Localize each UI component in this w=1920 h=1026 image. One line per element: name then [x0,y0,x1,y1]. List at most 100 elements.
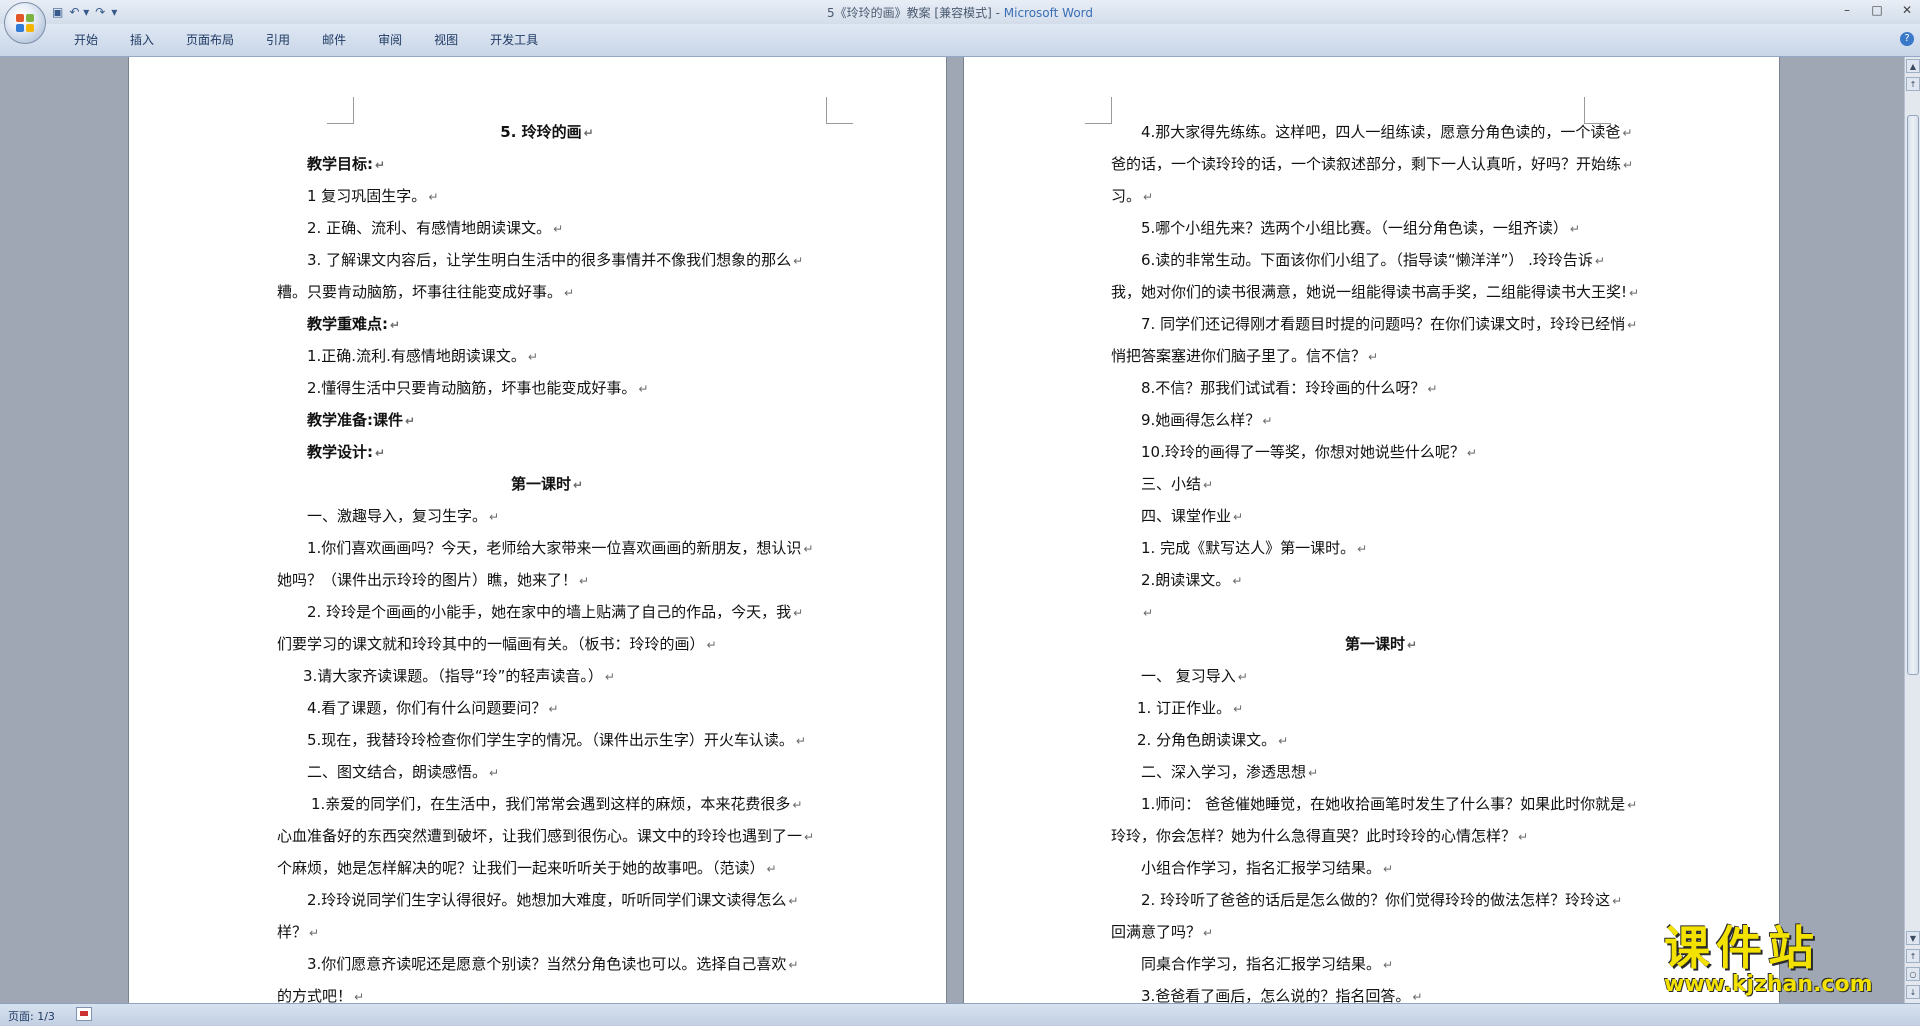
paragraph-text: 回满意了吗？ [1111,923,1202,941]
scroll-up-icon[interactable]: ▲ [1906,59,1920,73]
paragraph-mark-icon: ↵ [1262,414,1273,428]
paragraph: 1.亲爱的同学们，在生活中，我们常常会遇到这样的麻烦，本来花费很多 ↵ [277,789,817,821]
paragraph-mark-icon: ↵ [795,734,806,748]
paragraph: 习。 ↵ [1111,181,1651,213]
ribbon-tab[interactable]: 审阅 [362,31,418,49]
scroll-down-icon[interactable]: ▼ [1906,931,1920,945]
office-button[interactable] [4,2,46,44]
paragraph-text: 悄把答案塞进你们脑子里了。信不信？ [1111,347,1367,365]
paragraph-text: 2. 玲玲是个画画的小能手，她在家中的墙上贴满了自己的作品，今天，我 [307,603,792,621]
proofing-icon[interactable] [76,1007,92,1021]
paragraph-text: 们要学习的课文就和玲玲其中的一幅画有关。（板书：玲玲的画） [277,635,705,653]
paragraph: 二、深入学习，渗透思想 ↵ [1111,757,1651,789]
paragraph-mark-icon: ↵ [1203,926,1214,940]
paragraph-text: 的方式吧！ [277,987,353,1003]
paragraph: 同桌合作学习，指名汇报学习结果。 ↵ [1111,949,1651,981]
paragraph-mark-icon: ↵ [1143,606,1154,620]
paragraph-text: 5.现在，我替玲玲检查你们学生字的情况。（课件出示生字）开火车认读。 [307,731,794,749]
paragraph: 3.请大家齐读课题。（指导“玲”的轻声读音。） ↵ [277,661,817,693]
paragraph-mark-icon: ↵ [375,446,386,460]
paragraph-text: 小组合作学习，指名汇报学习结果。 [1141,859,1382,877]
paragraph-text: 她吗？（课件出示玲玲的图片）瞧，她来了！ [277,571,578,589]
paragraph-text: 7. 同学们还记得刚才看题目时提的问题吗？在你们读课文时，玲玲已经悄 [1141,315,1626,333]
paragraph: 6.读的非常生动。下面该你们小组了。（指导读“懒洋洋”） .玲玲告诉 ↵ [1111,245,1651,277]
ribbon-tab[interactable]: 开始 [58,31,114,49]
paragraph-mark-icon: ↵ [553,222,564,236]
paragraph-mark-icon: ↵ [548,702,559,716]
vertical-scrollbar[interactable]: ▲ ↑ ▼ ↑ ○ ↓ [1904,57,1920,1003]
paragraph: 我，她对你们的读书很满意，她说一组能得读书高手奖，二组能得读书大王奖! ↵ [1111,277,1651,309]
paragraph-mark-icon: ↵ [1233,510,1244,524]
previous-page-icon[interactable]: ↑ [1906,949,1920,963]
paragraph: 1.你们喜欢画画吗？今天，老师给大家带来一位喜欢画画的新朋友，想认识 ↵ [277,533,817,565]
page-count[interactable]: 页面: 1/3 [8,1008,55,1024]
ribbon-tab[interactable]: 邮件 [306,31,362,49]
paragraph-mark-icon: ↵ [1383,862,1394,876]
paragraph: 1.正确.流利.有感情地朗读课文。 ↵ [277,341,817,373]
paragraph-mark-icon: ↵ [1627,318,1638,332]
page-1-body[interactable]: 5. 玲玲的画 ↵ 教学目标: ↵ 1 复习巩固生字。 ↵ 2. 正确、流利、有感情地朗读课… [277,117,817,1003]
paragraph: 个麻烦，她是怎样解决的呢？让我们一起来听听关于她的故事吧。（范读） ↵ [277,853,817,885]
paragraph: 10.玲玲的画得了一等奖，你想对她说些什么呢？ ↵ [1111,437,1651,469]
paragraph-mark-icon: ↵ [1518,830,1529,844]
paragraph-mark-icon: ↵ [706,638,717,652]
paragraph: 3.你们愿意齐读呢还是愿意个别读？当然分角色读也可以。选择自己喜欢 ↵ [277,949,817,981]
paragraph: 2.玲玲说同学们生字认得很好。她想加大难度，听听同学们课文读得怎么 ↵ [277,885,817,917]
paragraph-text: 二、深入学习，渗透思想 [1141,763,1307,781]
paragraph-text: 10.玲玲的画得了一等奖，你想对她说些什么呢？ [1141,443,1465,461]
paragraph-mark-icon: ↵ [793,254,804,268]
close-button[interactable]: ✕ [1900,3,1914,17]
paragraph-text: 3.爸爸看了画后，怎么说的？指名回答。 [1141,987,1411,1003]
paragraph-mark-icon: ↵ [583,126,594,140]
help-icon[interactable]: ? [1900,32,1914,46]
paragraph: 第一课时 ↵ [1111,629,1651,661]
page-2-body[interactable]: 4.那大家得先练练。这样吧，四人一组练读，愿意分角色读的，一个读爸 ↵ 爸的话，一个… [1111,117,1651,1003]
ribbon-tab[interactable]: 插入 [114,31,170,49]
paragraph: 1. 订正作业。 ↵ [1111,693,1651,725]
scroll-thumb[interactable] [1907,115,1919,675]
paragraph-mark-icon: ↵ [428,190,439,204]
ribbon-tab[interactable]: 页面布局 [170,31,250,49]
paragraph: 1.师问： 爸爸催她睡觉，在她收拾画笔时发生了什么事？如果此时你就是 ↵ [1111,789,1651,821]
paragraph: 2. 分角色朗读课文。 ↵ [1111,725,1651,757]
paragraph-text: 2.玲玲说同学们生字认得很好。她想加大难度，听听同学们课文读得怎么 [307,891,787,909]
paragraph-text: 四、课堂作业 [1141,507,1232,525]
paragraph: 心血准备好的东西突然遭到破坏，让我们感到很伤心。课文中的玲玲也遇到了一 ↵ [277,821,817,853]
paragraph-mark-icon: ↵ [309,926,320,940]
ribbon-tab[interactable]: 视图 [418,31,474,49]
paragraph-text: 心血准备好的东西突然遭到破坏，让我们感到很伤心。课文中的玲玲也遇到了一 [277,827,803,845]
paragraph-mark-icon: ↵ [1569,222,1580,236]
paragraph-mark-icon: ↵ [579,574,590,588]
paragraph: ↵ [1111,597,1651,629]
paragraph-text: 习。 [1111,187,1142,205]
paragraph: 3.爸爸看了画后，怎么说的？指名回答。 ↵ [1111,981,1651,1003]
status-bar: 页面: 1/3 [0,1003,1920,1026]
paragraph-mark-icon: ↵ [489,766,500,780]
paragraph-text: 教学准备:课件 [307,411,403,429]
paragraph-mark-icon: ↵ [792,798,803,812]
select-browse-object-icon[interactable]: ○ [1906,967,1920,981]
paragraph: 2. 正确、流利、有感情地朗读课文。 ↵ [277,213,817,245]
next-page-icon[interactable]: ↓ [1906,985,1920,999]
paragraph-text: 1. 订正作业。 [1137,699,1232,717]
paragraph-text: 教学设计: [307,443,373,461]
paragraph-text: 一、激趣导入，复习生字。 [307,507,488,525]
ribbon-tab[interactable]: 引用 [250,31,306,49]
ruler-toggle-icon[interactable]: ↑ [1906,77,1920,91]
paragraph-text: 2.懂得生活中只要肯动脑筋，坏事也能变成好事。 [307,379,637,397]
paragraph-mark-icon: ↵ [354,990,365,1003]
restore-button[interactable]: □ [1870,3,1884,17]
paragraph: 们要学习的课文就和玲玲其中的一幅画有关。（板书：玲玲的画） ↵ [277,629,817,661]
ribbon-tab[interactable]: 开发工具 [474,31,554,49]
minimize-button[interactable]: – [1840,3,1854,17]
paragraph: 的方式吧！ ↵ [277,981,817,1003]
paragraph-text: 第一课时 [510,475,571,493]
paragraph-text: 3. 了解课文内容后，让学生明白生活中的很多事情并不像我们想象的那么 [307,251,792,269]
paragraph: 回满意了吗？ ↵ [1111,917,1651,949]
paragraph: 5. 玲玲的画 ↵ [277,117,817,149]
paragraph: 玲玲，你会怎样？她为什么急得直哭？此时玲玲的心情怎样？ ↵ [1111,821,1651,853]
paragraph-text: 3.你们愿意齐读呢还是愿意个别读？当然分角色读也可以。选择自己喜欢 [307,955,787,973]
paragraph-mark-icon: ↵ [1627,798,1638,812]
paragraph-mark-icon: ↵ [1203,478,1214,492]
paragraph-text: 三、小结 [1141,475,1202,493]
